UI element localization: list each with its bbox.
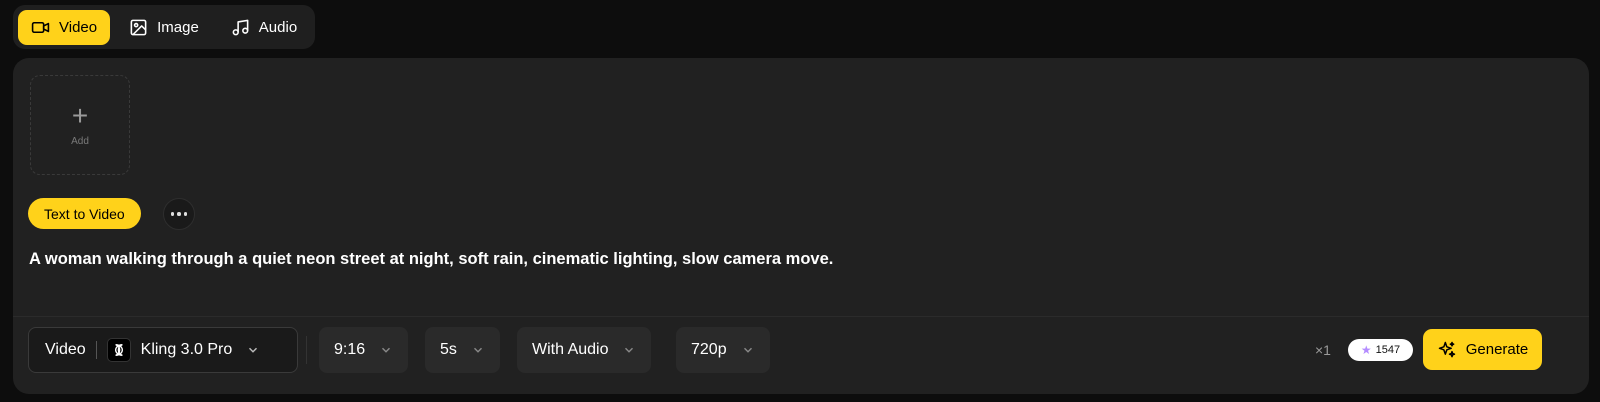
model-separator [95,341,97,359]
chevron-down-icon [382,347,391,353]
credits-value: 1547 [1375,344,1401,356]
music-note-icon [232,19,249,35]
tab-video-label: Video [59,18,98,36]
resolution-select[interactable]: 720p [676,327,770,373]
kling-logo-icon [106,338,131,362]
chevron-down-icon [743,347,752,353]
generate-button[interactable]: Generate [1423,329,1542,370]
generate-label: Generate [1465,341,1529,358]
output-count[interactable]: ×1 [1315,342,1331,358]
tab-image-label: Image [157,18,199,36]
image-icon [130,19,147,35]
audio-value: With Audio [532,341,609,358]
audio-select[interactable]: With Audio [517,327,652,373]
star-icon: ★ [1360,343,1372,357]
chevron-down-icon [625,347,634,353]
prompt-input[interactable]: A woman walking through a quiet neon str… [29,250,1529,269]
sparkles-icon [1438,341,1455,357]
media-type-tabs: Video Image Audio [13,5,315,49]
resolution-value: 720p [691,341,727,358]
chevron-down-icon [249,347,258,353]
duration-select[interactable]: 5s [425,327,500,373]
plus-icon: + [71,99,89,131]
video-camera-icon [31,21,50,33]
aspect-ratio-value: 9:16 [334,341,366,358]
more-options-button[interactable] [163,198,195,230]
chevron-down-icon [473,347,482,353]
tab-video[interactable]: Video [18,9,111,45]
model-type-label: Video [45,341,86,358]
aspect-ratio-select[interactable]: 9:16 [319,327,409,373]
mode-text-to-video-button[interactable]: Text to Video [28,198,141,229]
tab-image[interactable]: Image [116,10,212,45]
model-selector[interactable]: Video Kling 3.0 Pro [28,327,298,373]
model-name: Kling 3.0 Pro [140,341,233,358]
credits-badge: ★ 1547 [1348,339,1413,361]
duration-value: 5s [440,341,457,358]
add-media-button[interactable]: + Add [30,75,130,175]
toolbar-separator [306,336,307,364]
tab-audio[interactable]: Audio [218,10,310,45]
composer-panel: + Add Text to Video A woman walking thro… [13,58,1589,394]
more-horizontal-icon [169,212,189,216]
add-label: Add [71,135,89,147]
tab-audio-label: Audio [258,18,298,36]
divider [13,316,1589,317]
